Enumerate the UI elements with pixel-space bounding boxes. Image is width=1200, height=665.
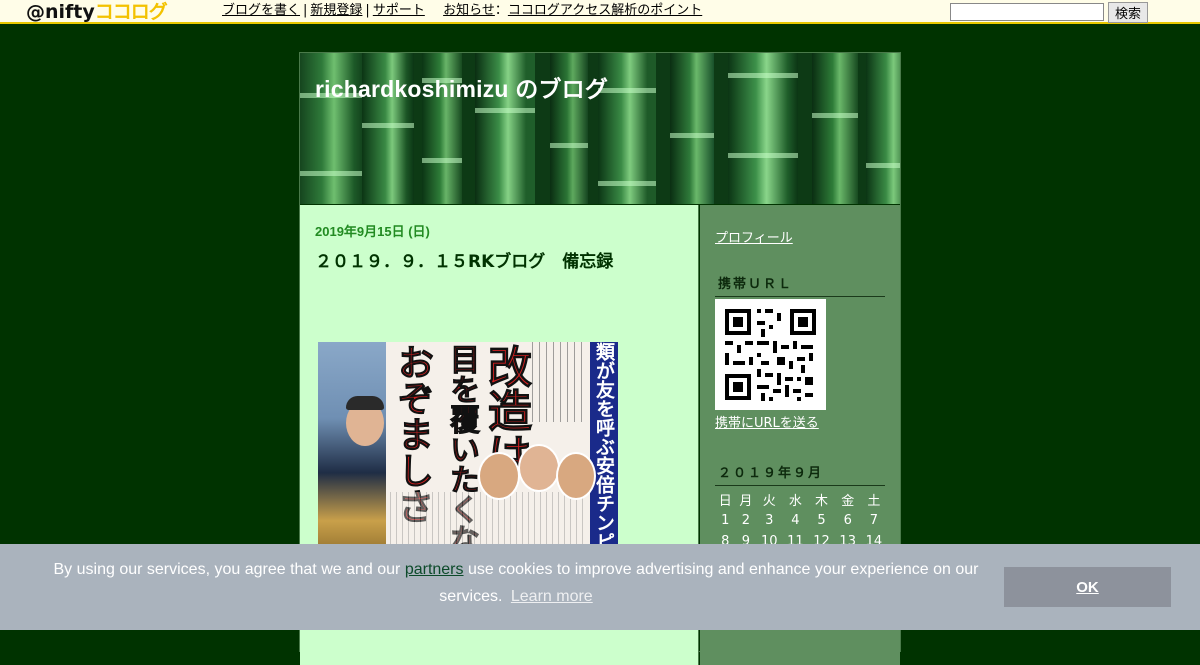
weekday-cell: 日 bbox=[718, 494, 732, 509]
search-input[interactable] bbox=[950, 3, 1104, 21]
register-link[interactable]: 新規登録 bbox=[310, 3, 362, 18]
profile-link[interactable]: プロフィール bbox=[715, 227, 793, 246]
support-link[interactable]: サポート bbox=[373, 3, 425, 18]
post-title[interactable]: ２０１９．９．１５RKブログ 備忘録 bbox=[315, 247, 613, 272]
logo-suffix: ココログ bbox=[94, 1, 168, 23]
bamboo-stalk bbox=[670, 53, 714, 204]
weekday-cell: 火 bbox=[762, 494, 776, 509]
calendar-week-row: 1 2 3 4 5 6 7 bbox=[715, 510, 887, 531]
cookie-consent-banner: By using our services, you agree that we… bbox=[0, 544, 1200, 630]
calendar-table: 日 月 火 水 木 金 土 1 2 3 4 5 6 7 8 9 10 11 12… bbox=[715, 489, 887, 552]
bamboo-banner: richardkoshimizu のブログ bbox=[300, 53, 900, 204]
top-nav-bar: @niftyココログ ブログを書く | 新規登録 | サポート お知らせ：ココログアクセ… bbox=[0, 0, 1200, 24]
nifty-cocolog-logo[interactable]: @niftyココログ bbox=[26, 1, 168, 23]
notice-link[interactable]: お知らせ bbox=[443, 3, 495, 18]
qr-code bbox=[715, 299, 826, 410]
blog-title[interactable]: richardkoshimizu のブログ bbox=[315, 70, 608, 104]
calendar-weekday-row: 日 月 火 水 木 金 土 bbox=[715, 489, 887, 510]
calendar-day[interactable]: 2 bbox=[736, 510, 757, 531]
minister-photo bbox=[478, 452, 520, 500]
nav-separator: | bbox=[303, 3, 308, 18]
header-nav-links: ブログを書く | 新規登録 | サポート お知らせ：ココログアクセス解析のポイント bbox=[222, 3, 702, 19]
weekday-cell: 土 bbox=[867, 494, 881, 509]
calendar-day[interactable]: 7 bbox=[861, 510, 887, 531]
search-button[interactable]: 検索 bbox=[1108, 2, 1148, 23]
cookie-ok-button[interactable]: OK bbox=[1004, 567, 1171, 607]
weekday-cell: 月 bbox=[739, 494, 753, 509]
politician-hair bbox=[346, 396, 384, 410]
qr-code-graphic bbox=[725, 309, 816, 401]
post-date: 2019年9月15日 (日) bbox=[315, 224, 430, 239]
cookie-text-before: By using our services, you agree that we… bbox=[53, 561, 401, 578]
weekday-cell: 金 bbox=[841, 494, 855, 509]
logo-prefix: @nifty bbox=[26, 1, 95, 23]
write-blog-link[interactable]: ブログを書く bbox=[222, 3, 300, 18]
mobile-url-heading: 携帯ＵＲＬ bbox=[715, 273, 885, 297]
learn-more-link[interactable]: Learn more bbox=[511, 588, 593, 605]
cookie-message: By using our services, you agree that we… bbox=[40, 556, 992, 610]
bamboo-stalk bbox=[866, 53, 900, 204]
send-url-to-mobile-link[interactable]: 携帯にURLを送る bbox=[715, 412, 819, 431]
minister-photo bbox=[556, 452, 596, 500]
calendar-day[interactable]: 5 bbox=[808, 510, 834, 531]
politician-photo bbox=[318, 342, 386, 560]
calendar-day[interactable]: 1 bbox=[715, 510, 736, 531]
bamboo-stalk bbox=[812, 53, 858, 204]
weekday-cell: 木 bbox=[815, 494, 829, 509]
notice-colon: ： bbox=[494, 3, 508, 18]
calendar-day[interactable]: 3 bbox=[756, 510, 782, 531]
minister-photo bbox=[518, 444, 560, 492]
article-body-text bbox=[532, 342, 588, 422]
calendar-heading: ２０１９年９月 bbox=[715, 462, 885, 486]
partners-link[interactable]: partners bbox=[405, 561, 464, 578]
nav-separator: | bbox=[365, 3, 370, 18]
calendar-day[interactable]: 6 bbox=[835, 510, 861, 531]
bamboo-stalk bbox=[728, 53, 798, 204]
weekday-cell: 水 bbox=[788, 494, 802, 509]
notice-article-link[interactable]: ココログアクセス解析のポイント bbox=[508, 3, 702, 18]
calendar-day[interactable]: 4 bbox=[782, 510, 808, 531]
